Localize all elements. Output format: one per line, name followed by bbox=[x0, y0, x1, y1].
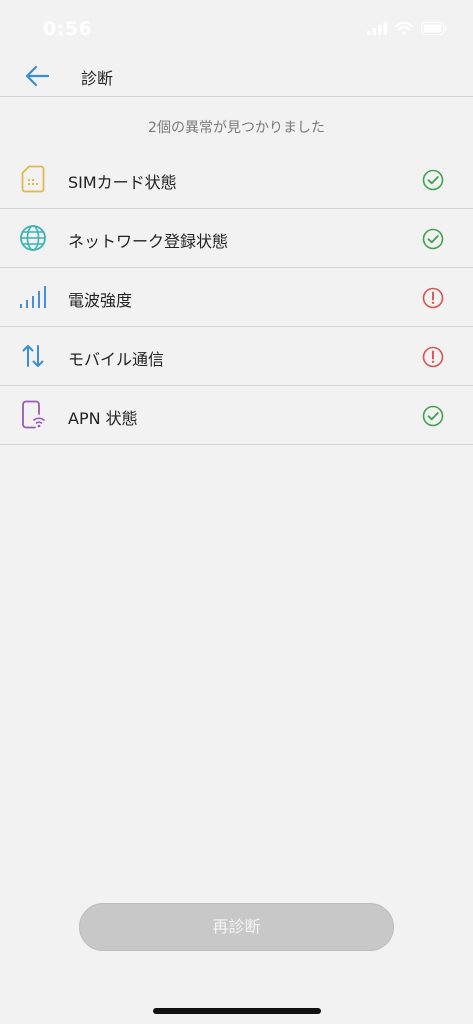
list-item-signal-strength[interactable]: 電波強度 bbox=[0, 268, 473, 327]
home-indicator bbox=[153, 1008, 321, 1014]
list-item-apn-status[interactable]: APN 状態 bbox=[0, 386, 473, 445]
diagnosis-summary: 2個の異常が見つかりました bbox=[148, 120, 325, 136]
alert-circle-icon bbox=[422, 346, 444, 368]
alert-circle-icon bbox=[422, 287, 444, 309]
phone-wifi-icon bbox=[18, 400, 48, 430]
list-item-sim-card[interactable]: SIMカード状態 bbox=[0, 150, 473, 209]
globe-icon bbox=[18, 223, 48, 253]
rediagnose-button[interactable]: 再診断 bbox=[79, 903, 394, 951]
cellular-signal-icon bbox=[367, 22, 387, 35]
back-button[interactable] bbox=[22, 64, 54, 88]
list-item-mobile-data[interactable]: モバイル通信 bbox=[0, 327, 473, 386]
back-arrow-icon bbox=[25, 65, 50, 87]
header-bar: 診断 bbox=[0, 56, 473, 97]
battery-icon bbox=[421, 22, 447, 35]
list-item-label: SIMカード状態 bbox=[68, 173, 177, 192]
data-transfer-icon bbox=[18, 341, 48, 371]
signal-bars-icon bbox=[18, 282, 48, 312]
check-circle-icon bbox=[422, 228, 444, 250]
list-item-label: ネットワーク登録状態 bbox=[68, 232, 229, 251]
list-item-label: APN 状態 bbox=[68, 409, 138, 428]
page-title: 診断 bbox=[81, 69, 114, 88]
check-circle-icon bbox=[422, 405, 444, 427]
status-time: 0:56 bbox=[43, 18, 93, 40]
list-item-network-registration[interactable]: ネットワーク登録状態 bbox=[0, 209, 473, 268]
status-icons bbox=[367, 22, 447, 35]
wifi-icon bbox=[395, 22, 413, 35]
check-circle-icon bbox=[422, 169, 444, 191]
sim-card-icon bbox=[18, 164, 48, 194]
list-item-label: モバイル通信 bbox=[68, 350, 165, 369]
list-item-label: 電波強度 bbox=[68, 291, 133, 310]
status-bar: 0:56 bbox=[0, 0, 473, 56]
diagnostic-list: SIMカード状態 ネットワーク登録状態 電波強度 モバイル通信 APN 状態 bbox=[0, 150, 473, 445]
